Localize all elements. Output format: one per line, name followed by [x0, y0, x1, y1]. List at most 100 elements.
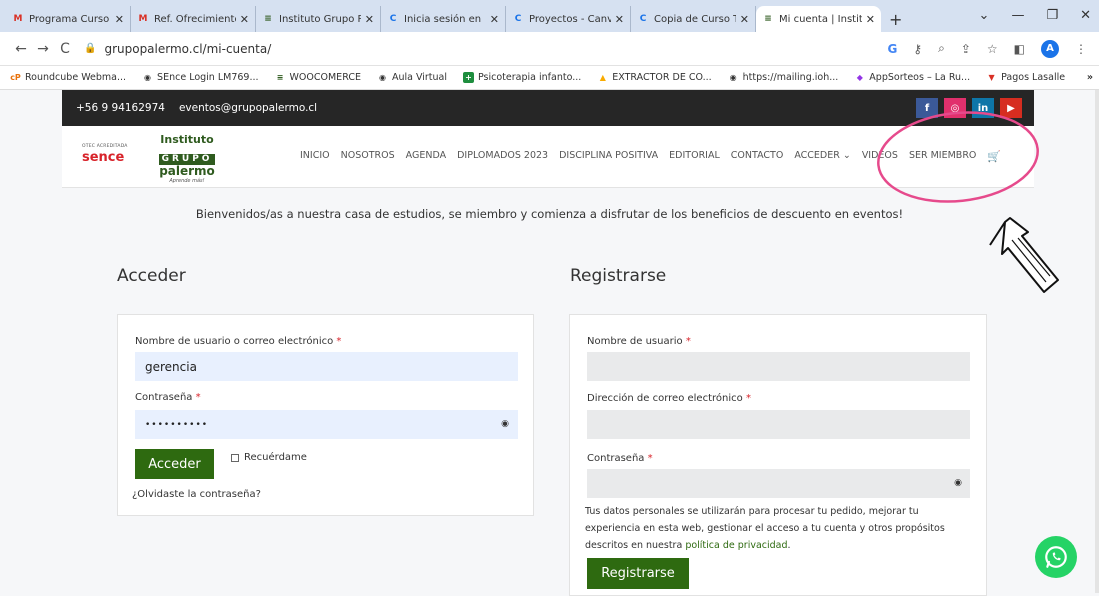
menu-item-acceder[interactable]: ACCEDER ⌄: [794, 150, 851, 163]
privacy-line: descritos en nuestra política de privaci…: [585, 540, 791, 551]
close-tab-icon[interactable]: ✕: [740, 13, 749, 26]
cpanel-icon: cP: [10, 73, 21, 82]
username-label: Nombre de usuario o correo electrónico *: [135, 336, 342, 347]
sheets-icon: +: [463, 72, 474, 83]
menu-item-editorial[interactable]: EDITORIAL: [669, 150, 720, 163]
zoom-icon[interactable]: ⌕: [938, 41, 945, 56]
password-label: Contraseña *: [135, 392, 201, 403]
menu-item-nosotros[interactable]: NOSOTROS: [341, 150, 395, 163]
remember-label: Recuérdame: [244, 452, 307, 463]
bookmark-item[interactable]: ◉ https://mailing.ioh...: [728, 72, 839, 83]
username-input[interactable]: gerencia: [135, 352, 518, 381]
email-link[interactable]: eventos@grupopalermo.cl: [179, 102, 317, 114]
page-scrollbar[interactable]: [1095, 90, 1099, 593]
close-tab-icon[interactable]: ✕: [866, 13, 875, 26]
register-button[interactable]: Registrarse: [587, 558, 689, 589]
tab-title: Programa Curso: [29, 13, 110, 25]
menu-item-agenda[interactable]: AGENDA: [406, 150, 446, 163]
privacy-notice: Tus datos personales se utilizarán para …: [585, 503, 975, 554]
bookmark-item[interactable]: cP Roundcube Webma...: [10, 72, 126, 83]
maximize-button[interactable]: ❐: [1046, 8, 1058, 23]
tab-title: Inicia sesión en: [404, 13, 482, 25]
page-content: +56 9 94162974 eventos@grupopalermo.cl f…: [0, 90, 1099, 596]
bookmark-item[interactable]: ◆ AppSorteos – La Ru...: [854, 72, 970, 83]
close-tab-icon[interactable]: ✕: [240, 13, 249, 26]
privacy-policy-link[interactable]: política de privacidad: [685, 540, 787, 551]
menu-item-contacto[interactable]: CONTACTO: [731, 150, 784, 163]
cart-icon[interactable]: 🛒: [987, 150, 1001, 163]
show-password-icon[interactable]: ◉: [501, 419, 510, 429]
bookmark-label: Pagos Lasalle: [1001, 72, 1066, 83]
menu-item-diplomados[interactable]: DIPLOMADOS 2023: [457, 150, 548, 163]
close-tab-icon[interactable]: ✕: [115, 13, 124, 26]
menu-item-disciplina[interactable]: DISCIPLINA POSITIVA: [559, 150, 658, 163]
bookmark-item[interactable]: ◉ SEnce Login LM769...: [142, 72, 258, 83]
browser-tab[interactable]: ≡ Instituto Grupo P ✕: [256, 6, 381, 32]
reg-password-input[interactable]: ◉: [587, 469, 970, 498]
browser-tab[interactable]: C Copia de Curso T ✕: [631, 6, 756, 32]
bookmark-item[interactable]: ▲ EXTRACTOR DE CO...: [597, 72, 712, 83]
show-password-icon[interactable]: ◉: [954, 478, 962, 488]
facebook-icon[interactable]: f: [916, 98, 938, 118]
bookmark-item[interactable]: ◉ Aula Virtual: [377, 72, 447, 83]
url-field[interactable]: 🔒 grupopalermo.cl/mi-cuenta/: [84, 42, 887, 56]
reload-icon[interactable]: C: [54, 41, 76, 57]
close-tab-icon[interactable]: ✕: [365, 13, 374, 26]
bookmark-label: EXTRACTOR DE CO...: [612, 72, 712, 83]
globe-icon: ◉: [378, 73, 386, 82]
minimize-button[interactable]: —: [1011, 8, 1024, 23]
profile-avatar[interactable]: A: [1041, 39, 1059, 58]
site-header: OTEC ACREDITADA sence Instituto GRUPO pa…: [62, 126, 1034, 188]
social-links: f ◎ in ▶: [916, 98, 1022, 118]
site-favicon-icon: ≡: [764, 14, 772, 24]
youtube-icon[interactable]: ▶: [1000, 98, 1022, 118]
sence-logo[interactable]: OTEC ACREDITADA sence: [82, 144, 128, 165]
browser-tab[interactable]: M Ref. Ofrecimiento ✕: [131, 6, 256, 32]
close-tab-icon[interactable]: ✕: [490, 13, 499, 26]
close-window-button[interactable]: ✕: [1080, 8, 1091, 23]
menu-kebab-icon[interactable]: ⋮: [1075, 42, 1087, 56]
remember-checkbox[interactable]: [231, 453, 239, 462]
key-icon[interactable]: ⚷: [913, 42, 922, 56]
google-icon[interactable]: G: [887, 42, 897, 56]
login-button[interactable]: Acceder: [135, 449, 214, 479]
lock-icon[interactable]: 🔒: [84, 43, 96, 54]
browser-tab-active[interactable]: ≡ Mi cuenta | Instit ✕: [756, 6, 881, 32]
browser-tab[interactable]: C Inicia sesión en ✕: [381, 6, 506, 32]
bookmark-item[interactable]: + Psicoterapia infanto...: [463, 72, 581, 83]
site-favicon-icon: ≡: [276, 73, 284, 82]
reg-username-input[interactable]: [587, 352, 970, 381]
whatsapp-icon: [1045, 546, 1067, 568]
close-tab-icon[interactable]: ✕: [615, 13, 624, 26]
linkedin-icon[interactable]: in: [972, 98, 994, 118]
reg-password-label: Contraseña *: [587, 453, 653, 464]
canva-icon: C: [389, 14, 397, 24]
browser-tab[interactable]: C Proyectos - Canv ✕: [506, 6, 631, 32]
sidepanel-icon[interactable]: ◧: [1014, 42, 1025, 56]
institute-logo[interactable]: Instituto GRUPO palermo Aprende más!: [152, 134, 222, 184]
reg-email-input[interactable]: [587, 410, 970, 439]
forward-icon[interactable]: →: [32, 41, 54, 57]
menu-item-inicio[interactable]: INICIO: [300, 150, 330, 163]
back-icon[interactable]: ←: [10, 41, 32, 57]
more-bookmarks-icon[interactable]: »: [1087, 72, 1093, 83]
remember-me[interactable]: Recuérdame: [231, 452, 307, 463]
forgot-password-link[interactable]: ¿Olvidaste la contraseña?: [132, 489, 261, 500]
instagram-icon[interactable]: ◎: [944, 98, 966, 118]
password-input[interactable]: •••••••••• ◉: [135, 410, 518, 439]
bookmark-star-icon[interactable]: ☆: [987, 42, 998, 56]
whatsapp-button[interactable]: [1035, 536, 1077, 578]
bookmark-item[interactable]: ▼ Pagos Lasalle: [986, 72, 1066, 83]
menu-item-ser-miembro[interactable]: SER MIEMBRO: [909, 150, 976, 163]
bookmark-item[interactable]: ≡ WOOCOMERCE: [275, 72, 361, 83]
tab-search-icon[interactable]: ⌄: [979, 8, 990, 23]
menu-item-videos[interactable]: VIDEOS: [862, 150, 898, 163]
share-icon[interactable]: ⇪: [961, 42, 971, 56]
privacy-line: Tus datos personales se utilizarán para …: [585, 506, 919, 517]
tab-title: Mi cuenta | Instit: [779, 13, 862, 25]
new-tab-button[interactable]: +: [889, 6, 902, 32]
privacy-line: experiencia en esta web, gestionar el ac…: [585, 523, 945, 534]
logo-line: Instituto: [160, 133, 214, 146]
bookmark-label: Roundcube Webma...: [25, 72, 127, 83]
browser-tab[interactable]: M Programa Curso ✕: [6, 6, 131, 32]
